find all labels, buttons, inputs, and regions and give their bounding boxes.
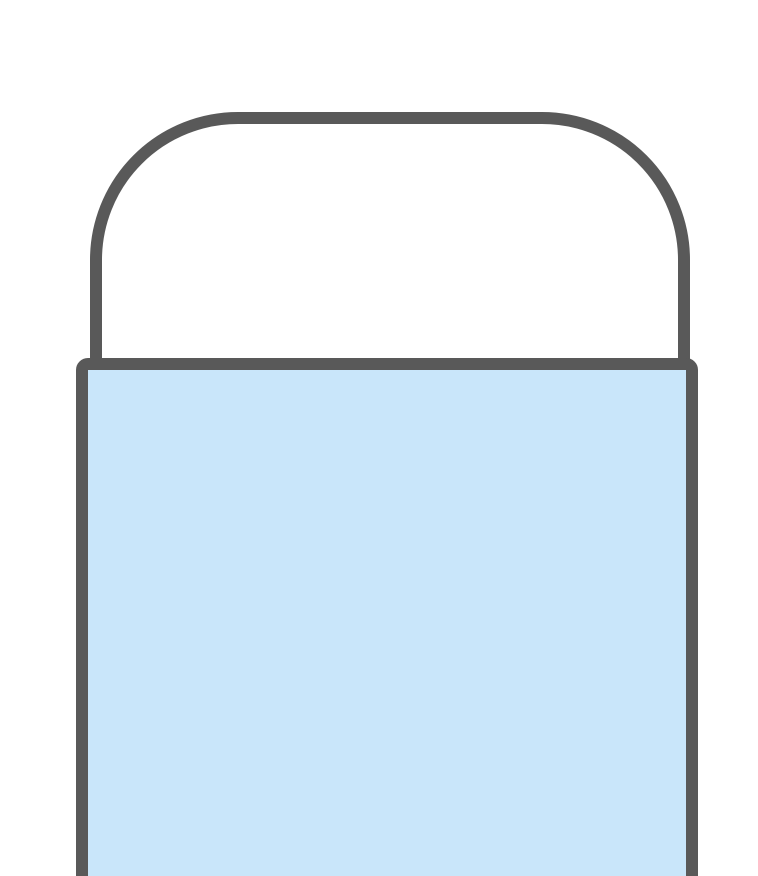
- blue-body-rectangle-shape: [76, 358, 698, 876]
- canvas: [0, 0, 758, 876]
